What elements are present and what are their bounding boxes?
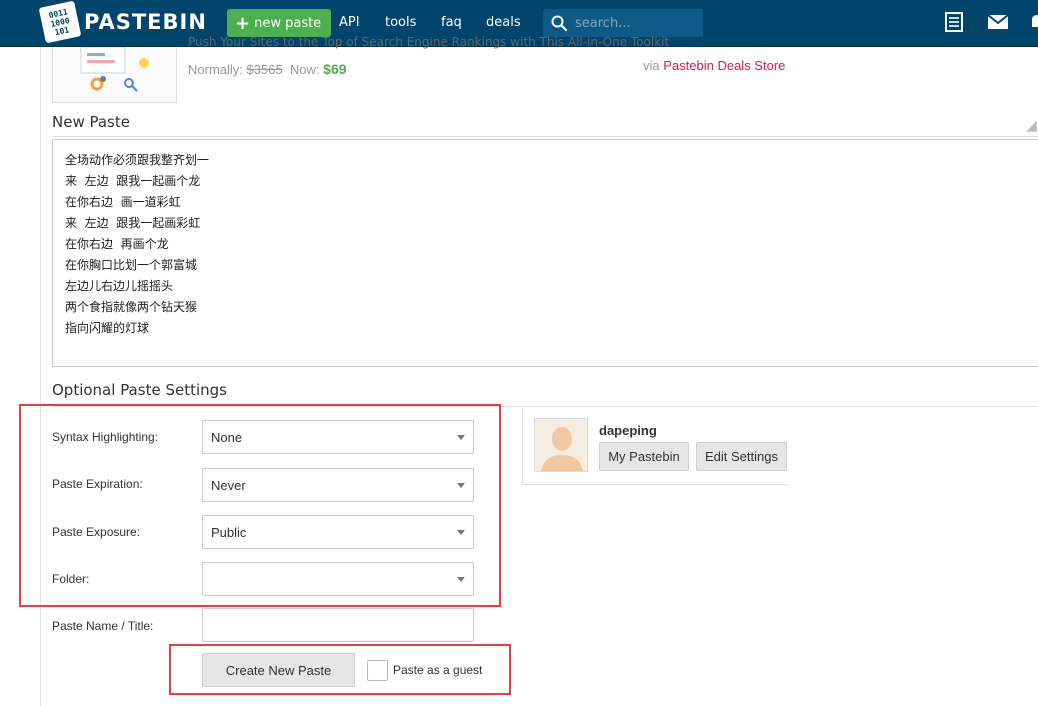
paste-name-label: Paste Name / Title: [52,619,154,633]
chevron-down-icon [457,530,465,535]
ad-price: Normally: $3565 Now: $69 [188,61,347,77]
logo-mark-line: 101 [53,24,70,37]
logo-text: PASTEBIN [84,10,207,34]
deals-store-link[interactable]: Pastebin Deals Store [663,58,785,73]
paste-exposure-select[interactable]: Public [202,515,474,549]
new-paste-label: new paste [254,15,322,31]
new-paste-heading: New Paste [52,113,130,131]
document-list-icon[interactable] [943,12,965,32]
section-divider [52,406,1038,407]
paste-as-guest-label[interactable]: Paste as a guest [393,663,482,677]
ad-source: via Pastebin Deals Store [643,58,785,73]
now-label: Now: [289,62,320,77]
resize-handle-icon[interactable]: ◢ [1026,118,1038,134]
mail-icon[interactable] [987,12,1009,32]
nav-link-faq[interactable]: faq [441,15,462,30]
pastebin-logo[interactable]: 0011 1000 101 PASTEBIN [38,0,207,44]
search-box [543,9,703,37]
search-icon [551,15,567,31]
chevron-down-icon [457,483,465,488]
ad-thumbnail[interactable] [52,47,177,103]
left-divider [40,47,41,706]
normally-label: Normally: [188,62,243,77]
optional-settings-heading: Optional Paste Settings [52,381,227,399]
logo-mark-icon: 0011 1000 101 [38,0,82,44]
syntax-highlighting-label: Syntax Highlighting: [52,430,159,444]
user-avatar-icon [535,419,587,471]
folder-label: Folder: [52,572,90,586]
paste-exposure-value: Public [211,524,247,540]
syntax-highlighting-select[interactable]: None [202,420,474,454]
create-new-paste-button[interactable]: Create New Paste [202,653,355,687]
syntax-highlighting-value: None [211,429,243,445]
paste-expiration-select[interactable]: Never [202,468,474,502]
nav-link-tools[interactable]: tools [385,15,416,30]
search-input[interactable] [575,15,695,31]
chevron-down-icon [457,577,465,582]
paste-content-textarea[interactable]: 全场动作必须跟我整齐划一 来 左边 跟我一起画个龙 在你右边 画一道彩虹 来 左… [52,139,1038,367]
old-price: $3565 [246,62,283,77]
my-pastebin-button[interactable]: My Pastebin [599,442,689,471]
avatar[interactable] [534,418,588,472]
paste-expiration-value: Never [211,477,246,493]
folder-select[interactable] [202,562,474,596]
edit-settings-button[interactable]: Edit Settings [696,442,787,471]
ad-illustration-icon [80,47,149,92]
paste-expiration-label: Paste Expiration: [52,477,143,491]
now-price: $69 [323,61,347,77]
paste-as-guest-checkbox[interactable] [367,660,388,681]
paste-name-input[interactable] [202,608,474,642]
plus-icon: + [235,12,251,34]
via-label: via [643,58,660,73]
username[interactable]: dapeping [599,423,657,438]
section-divider [52,136,1038,137]
ad-headline[interactable]: Push Your Sites to the Top of Search Eng… [188,35,669,49]
new-paste-button[interactable]: + new paste [227,9,332,37]
bell-icon[interactable] [1030,12,1038,32]
nav-link-deals[interactable]: deals [486,15,521,30]
paste-exposure-label: Paste Exposure: [52,525,141,539]
nav-link-api[interactable]: API [339,15,360,30]
chevron-down-icon [457,435,465,440]
